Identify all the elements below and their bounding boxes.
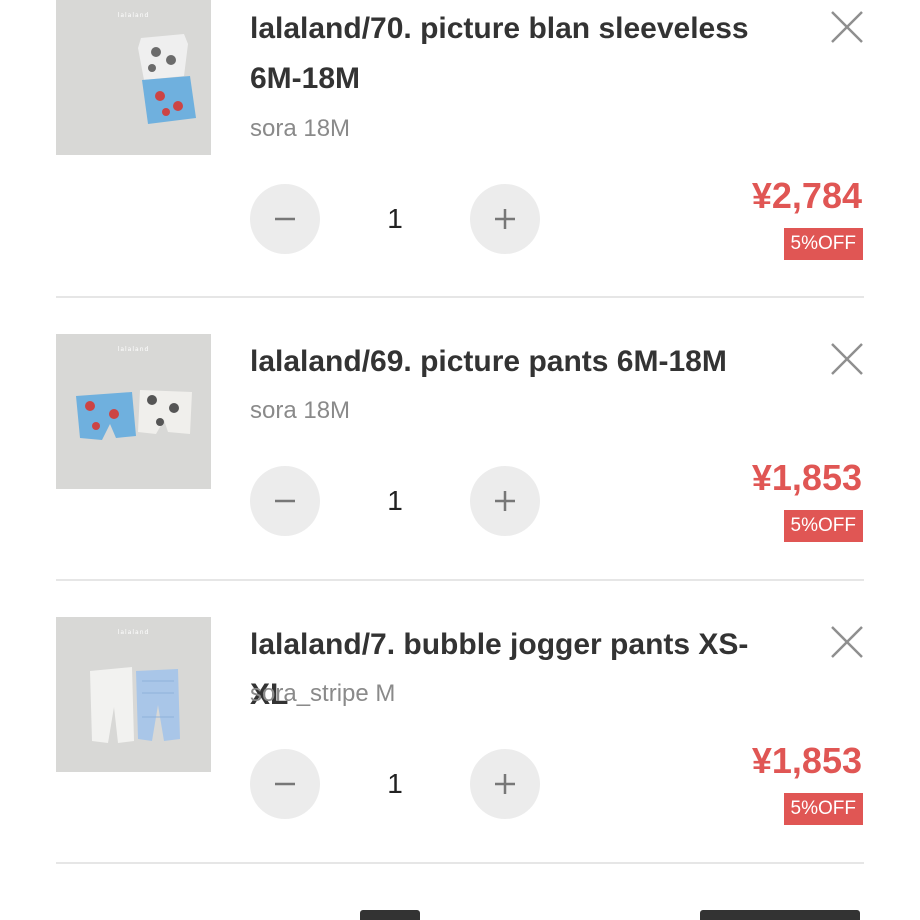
minus-icon [275,782,295,786]
minus-icon [275,499,295,503]
discount-badge: 5%OFF [783,510,863,542]
product-variant: sora_stripe M [250,680,396,707]
decrease-quantity-button[interactable] [250,466,320,536]
thumbnail-brand-text: lalaland [117,12,150,19]
close-icon [831,11,863,43]
remove-item-button[interactable] [828,340,866,378]
remove-item-button[interactable] [828,8,866,46]
increase-quantity-button[interactable] [470,184,540,254]
total-label-fragment [360,910,420,920]
increase-quantity-button[interactable] [470,466,540,536]
product-title[interactable]: lalaland/70. picture blan sleeveless 6M-… [250,4,785,104]
item-price: ¥1,853 [751,740,862,781]
total-price-fragment [700,910,860,920]
close-icon [831,343,863,375]
product-thumbnail[interactable]: lalaland [56,0,211,155]
remove-item-button[interactable] [828,623,866,661]
product-variant: sora 18M [250,397,351,424]
thumbnail-brand-text: lalaland [117,629,150,636]
plus-icon [495,774,515,794]
product-thumbnail[interactable]: lalaland [56,617,211,772]
cart-item: lalaland lalaland/69. picture pants 6M-1… [0,283,920,581]
cart-item: lalaland lalaland/70. picture blan sleev… [0,0,920,298]
product-title-line1: lalaland/69. picture pants 6M-18M [250,345,727,378]
product-image [56,0,211,155]
quantity-stepper: 1 [250,466,540,536]
item-price: ¥1,853 [751,457,862,498]
item-divider [56,862,864,864]
decrease-quantity-button[interactable] [250,184,320,254]
quantity-value: 1 [387,768,403,799]
plus-icon [495,491,515,511]
decrease-quantity-button[interactable] [250,749,320,819]
cart-item: lalaland lalaland/7. bubble jogger pants… [0,566,920,864]
minus-icon [275,217,295,221]
discount-badge: 5%OFF [783,793,863,825]
product-image [56,617,211,772]
quantity-value: 1 [387,203,403,234]
cart-total-row-partial [0,910,920,920]
increase-quantity-button[interactable] [470,749,540,819]
quantity-value: 1 [387,485,403,516]
quantity-stepper: 1 [250,749,540,819]
product-image [56,334,211,489]
product-title-line1: lalaland/70. picture blan sleeveless [250,12,749,45]
product-variant: sora 18M [250,115,351,142]
product-thumbnail[interactable]: lalaland [56,334,211,489]
close-icon [831,626,863,658]
item-price: ¥2,784 [751,175,862,216]
discount-badge: 5%OFF [783,228,863,260]
plus-icon [495,209,515,229]
quantity-stepper: 1 [250,184,540,254]
product-title[interactable]: lalaland/69. picture pants 6M-18M [250,337,785,387]
product-title-line2: 6M-18M [250,62,361,95]
thumbnail-brand-text: lalaland [117,346,150,353]
